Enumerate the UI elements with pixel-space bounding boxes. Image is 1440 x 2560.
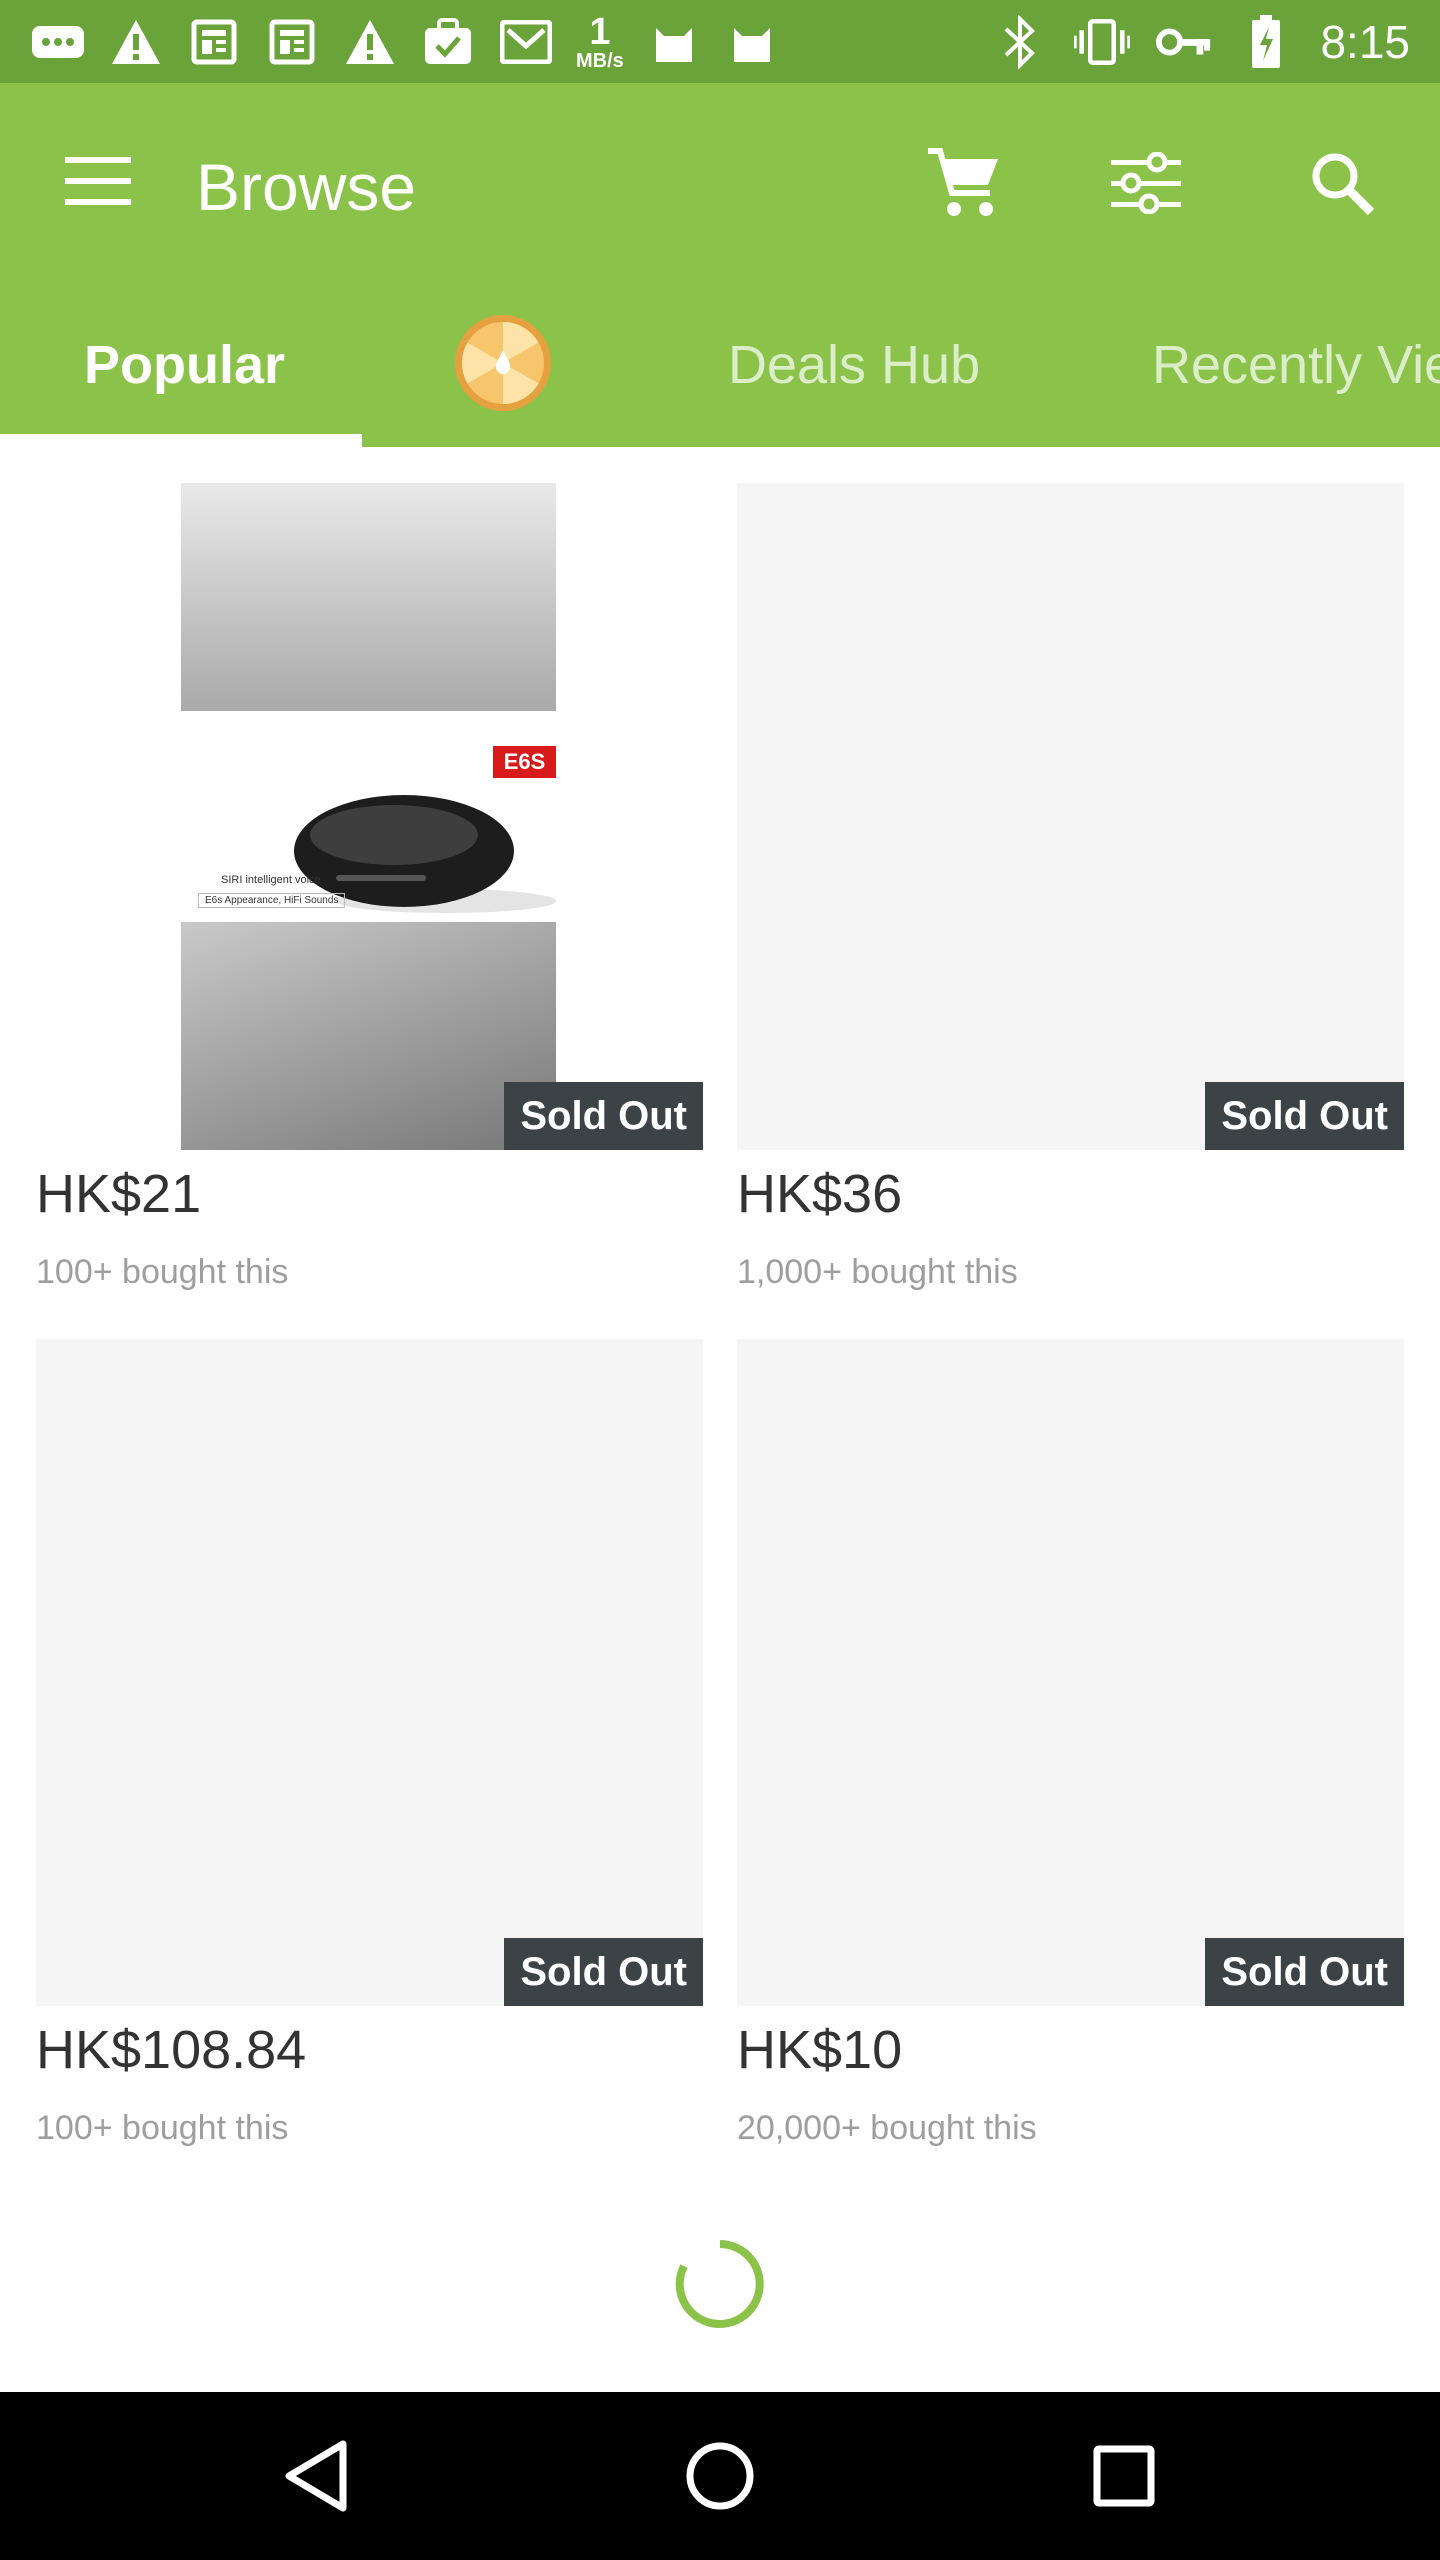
status-bar: 1 MB/s 8:15 (0, 0, 1440, 83)
product-image[interactable]: Sold Out (36, 1339, 703, 2006)
product-card[interactable]: E6S SIRI intelligent voice E6s Appearanc… (36, 483, 703, 1323)
sold-out-badge: Sold Out (1205, 1082, 1404, 1150)
news-icon (264, 14, 320, 70)
network-speed: 1 MB/s (576, 13, 624, 71)
home-icon (686, 2442, 754, 2510)
warning-icon (342, 14, 398, 70)
product-card[interactable]: Sold Out HK$36 1,000+ bought this (737, 483, 1404, 1323)
home-button[interactable] (670, 2426, 770, 2526)
search-icon (1312, 153, 1375, 216)
deal-wheel-icon[interactable] (452, 312, 554, 414)
tab-popular[interactable]: Popular (84, 283, 285, 447)
clock: 8:15 (1320, 15, 1410, 68)
message-icon (30, 14, 86, 70)
tab-recently-viewed[interactable]: Recently Viewed (1152, 283, 1440, 447)
filter-icon (1111, 152, 1181, 214)
product-card[interactable]: Sold Out HK$10 20,000+ bought this (737, 1339, 1404, 2179)
recents-button[interactable] (1074, 2426, 1174, 2526)
task-icon (420, 14, 476, 70)
menu-icon (65, 157, 131, 205)
news-icon (186, 14, 242, 70)
vpn-key-icon (1156, 14, 1212, 70)
cat-icon (724, 14, 780, 70)
vibrate-icon (1074, 14, 1131, 70)
search-button[interactable] (1292, 133, 1392, 233)
battery-icon (1238, 14, 1294, 70)
product-price: HK$36 (737, 1164, 903, 1224)
page-title: Browse (196, 150, 417, 224)
back-icon (285, 2440, 347, 2512)
warning-icon (108, 14, 164, 70)
tab-indicator (0, 434, 362, 447)
cart-icon (928, 148, 998, 216)
gmail-icon (498, 14, 554, 70)
product-image[interactable]: E6S SIRI intelligent voice E6s Appearanc… (36, 483, 703, 1150)
tab-bar: Popular Deals Hub Recently Viewed (0, 283, 1440, 447)
product-price: HK$108.84 (36, 2020, 307, 2080)
product-image-caption: SIRI intelligent voice (221, 874, 321, 886)
tab-deals-hub[interactable]: Deals Hub (728, 283, 980, 447)
product-image-caption: E6s Appearance, HiFi Sounds (198, 893, 346, 908)
sold-out-badge: Sold Out (504, 1082, 703, 1150)
back-button[interactable] (266, 2426, 366, 2526)
product-image[interactable]: Sold Out (737, 1339, 1404, 2006)
system-nav-bar (0, 2392, 1440, 2560)
menu-button[interactable] (50, 133, 146, 229)
bluetooth-icon (992, 14, 1048, 70)
app-bar: Browse (0, 83, 1440, 283)
product-image-badge: E6S (493, 746, 556, 778)
product-bought-count: 100+ bought this (36, 1253, 289, 1291)
cat-icon (646, 14, 702, 70)
product-price: HK$10 (737, 2020, 903, 2080)
network-speed-value: 1 (589, 10, 611, 53)
product-price: HK$21 (36, 1164, 202, 1224)
loading-spinner (672, 2236, 768, 2332)
product-card[interactable]: Sold Out HK$108.84 100+ bought this (36, 1339, 703, 2179)
product-bought-count: 1,000+ bought this (737, 1253, 1018, 1291)
sold-out-badge: Sold Out (504, 1938, 703, 2006)
recents-icon (1093, 2445, 1155, 2507)
filter-button[interactable] (1096, 133, 1196, 233)
network-speed-unit: MB/s (576, 49, 624, 72)
product-image[interactable]: Sold Out (737, 483, 1404, 1150)
product-bought-count: 20,000+ bought this (737, 2109, 1037, 2147)
sold-out-badge: Sold Out (1205, 1938, 1404, 2006)
cart-button[interactable] (914, 133, 1014, 233)
product-bought-count: 100+ bought this (36, 2109, 289, 2147)
